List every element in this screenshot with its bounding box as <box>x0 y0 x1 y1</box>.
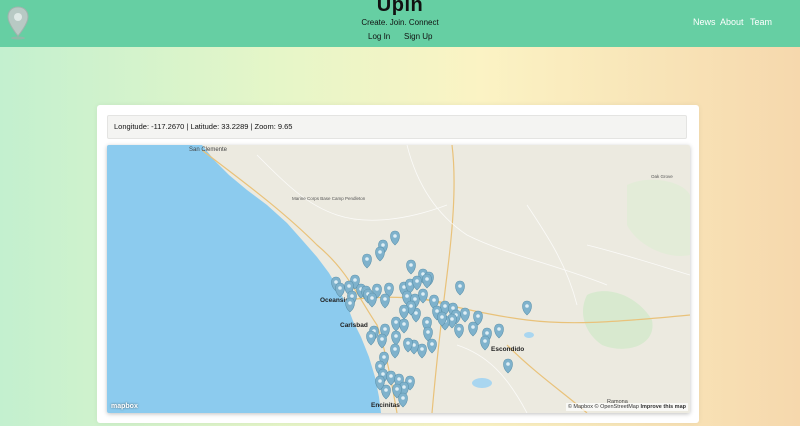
tagline: Create. Join. Connect <box>361 18 439 27</box>
map-marker-dot <box>409 304 413 308</box>
map-marker-dot <box>485 331 489 335</box>
map-marker-dot <box>435 309 439 313</box>
map-marker-dot <box>408 282 412 286</box>
map-marker-dot <box>463 311 467 315</box>
map-marker-dot <box>365 257 369 261</box>
map-marker-dot <box>378 250 382 254</box>
map-marker-dot <box>395 387 399 391</box>
map-marker-dot <box>409 263 413 267</box>
mapbox-logo[interactable]: mapbox <box>111 403 138 410</box>
lake <box>524 332 534 338</box>
map-place-label: Carlsbad <box>340 322 368 329</box>
map-marker-dot <box>414 311 418 315</box>
map-marker-dot <box>402 322 406 326</box>
map-attribution: © Mapbox © OpenStreetMap Improve this ma… <box>565 403 688 411</box>
map-marker-dot <box>383 327 387 331</box>
map-marker-dot <box>476 314 480 318</box>
map-card: Longitude: -117.2670 | Latitude: 33.2289… <box>97 105 699 423</box>
map-marker-dot <box>432 298 436 302</box>
map-marker-dot <box>420 347 424 351</box>
map-marker-dot <box>405 294 409 298</box>
map-marker-dot <box>347 284 351 288</box>
login-link[interactable]: Log In <box>368 32 390 41</box>
map-marker-dot <box>426 330 430 334</box>
map-marker-dot <box>408 379 412 383</box>
attribution-text[interactable]: © Mapbox © OpenStreetMap <box>568 404 639 410</box>
signup-link[interactable]: Sign Up <box>404 32 432 41</box>
map-marker-dot <box>393 347 397 351</box>
map-marker-dot <box>497 327 501 331</box>
map-place-label: Marine Corps Base Camp Pendleton <box>292 196 366 201</box>
nav-team[interactable]: Team <box>750 17 772 27</box>
lake <box>472 378 492 388</box>
map-marker-dot <box>443 304 447 308</box>
map-marker-dot <box>471 325 475 329</box>
map-marker-dot <box>369 334 373 338</box>
map-marker-dot <box>402 308 406 312</box>
map-place-label: Escondido <box>491 346 524 353</box>
map-marker-dot <box>457 327 461 331</box>
map-marker-dot <box>525 304 529 308</box>
map-marker-dot <box>383 297 387 301</box>
map-marker-dot <box>375 287 379 291</box>
map-marker-dot <box>389 374 393 378</box>
map-marker-dot <box>338 286 342 290</box>
map-marker-dot <box>381 372 385 376</box>
map-marker-dot <box>380 337 384 341</box>
map-place-label: Oak Grove <box>651 174 673 179</box>
map-marker-dot <box>506 362 510 366</box>
map-marker-dot <box>430 342 434 346</box>
map-marker-dot <box>425 320 429 324</box>
map-marker-dot <box>458 284 462 288</box>
map-place-label: Encinitas <box>371 402 400 409</box>
map-marker-dot <box>397 377 401 381</box>
app-title: Upin <box>376 0 424 16</box>
map-marker-dot <box>415 279 419 283</box>
map-marker-dot <box>334 280 338 284</box>
map-marker-dot <box>421 292 425 296</box>
nav-news[interactable]: News <box>693 17 716 27</box>
nav-about[interactable]: About <box>720 17 744 27</box>
map-marker-dot <box>353 278 357 282</box>
map-marker-dot <box>401 396 405 400</box>
map-view[interactable]: San Clemente Marine Corps Base Camp Pend… <box>107 145 690 413</box>
map-marker-dot <box>402 285 406 289</box>
map-marker-dot <box>393 234 397 238</box>
map-place-label: San Clemente <box>189 147 228 153</box>
map-marker-dot <box>387 286 391 290</box>
map-marker-dot <box>394 334 398 338</box>
map-marker-dot <box>384 388 388 392</box>
map-marker-dot <box>382 355 386 359</box>
top-header: Upin Create. Join. Connect Log In Sign U… <box>0 0 800 47</box>
map-marker-dot <box>378 364 382 368</box>
map-marker-dot <box>425 277 429 281</box>
map-marker-dot <box>413 297 417 301</box>
map-marker-dot <box>450 317 454 321</box>
map-marker-dot <box>381 243 385 247</box>
map-marker-dot <box>394 320 398 324</box>
map-marker-dot <box>483 339 487 343</box>
map-canvas[interactable]: San Clemente Marine Corps Base Camp Pend… <box>107 145 690 413</box>
map-marker-dot <box>370 296 374 300</box>
map-marker-dot <box>350 294 354 298</box>
improve-map-link[interactable]: Improve this map <box>640 404 686 410</box>
map-marker-dot <box>402 385 406 389</box>
coordinates-readout: Longitude: -117.2670 | Latitude: 33.2289… <box>107 115 687 139</box>
map-marker-dot <box>451 306 455 310</box>
map-marker-dot <box>348 301 352 305</box>
map-marker-dot <box>406 341 410 345</box>
map-marker-dot <box>378 379 382 383</box>
map-marker-dot <box>440 315 444 319</box>
